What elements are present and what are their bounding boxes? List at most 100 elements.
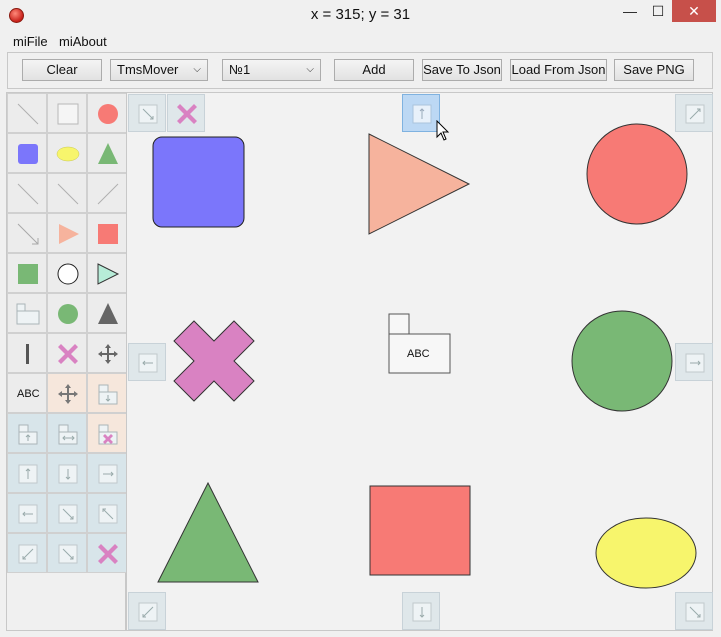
handle-bottom-center[interactable] — [402, 592, 440, 630]
resize-horizontal-icon — [58, 424, 78, 445]
delete-cross-icon — [98, 424, 118, 445]
handle-corner-icon — [685, 602, 705, 622]
text-block-label: ABC — [407, 348, 430, 360]
menu-file[interactable]: miFile — [13, 34, 48, 49]
mover-select[interactable]: TmsMover ⌵ — [110, 59, 208, 81]
number-select[interactable]: №1 ⌵ — [222, 59, 321, 81]
palette-triangle-tool[interactable] — [87, 133, 127, 173]
palette-delete-tab-tool[interactable] — [87, 413, 127, 453]
blue-rounded-rectangle — [152, 136, 245, 228]
handle-diag-icon — [138, 104, 158, 124]
palette-square-tool[interactable] — [87, 213, 127, 253]
palette-resize-down-tool[interactable] — [87, 373, 127, 413]
palette-resize-up-tool[interactable] — [7, 413, 47, 453]
handle-top-center[interactable] — [402, 94, 440, 132]
palette-move-mover-tool[interactable] — [47, 373, 87, 413]
line-diagonal-icon — [17, 183, 39, 205]
palette-handle-right[interactable] — [87, 453, 127, 493]
title-bar: x = 315; y = 31 — ☐ ✕ — [0, 0, 721, 32]
handle-bottom-right[interactable] — [675, 592, 713, 630]
palette-green-circle-tool[interactable] — [47, 293, 87, 333]
palette-handle-corner-bottom-right[interactable] — [47, 533, 87, 573]
palette-text-tool[interactable]: ABC — [7, 373, 47, 413]
handle-top-right[interactable] — [675, 94, 713, 132]
palette-handle-diag-up-left[interactable] — [87, 493, 127, 533]
palette-cyan-triangle-tool[interactable] — [87, 253, 127, 293]
handle-top-left[interactable] — [128, 94, 166, 132]
menu-bar: miFile miAbout — [0, 32, 721, 52]
canvas-shapes — [152, 123, 697, 589]
palette-handle-diag-down-right[interactable] — [47, 493, 87, 533]
pink-cross-icon — [58, 344, 78, 364]
red-square-icon — [98, 224, 118, 244]
handle-diag-icon — [98, 504, 118, 524]
abc-text-icon: ABC — [17, 388, 40, 400]
handle-middle-right[interactable] — [675, 343, 713, 381]
palette-line-tool-4[interactable] — [87, 173, 127, 213]
palette-handle-up[interactable] — [7, 453, 47, 493]
delete-cross-icon — [98, 544, 118, 564]
palette-outline-circle-tool[interactable] — [47, 253, 87, 293]
handle-middle-left[interactable] — [128, 343, 166, 381]
red-circle — [586, 123, 688, 225]
handle-right-icon — [98, 464, 118, 484]
move-arrows-icon — [98, 344, 118, 364]
tab-folder-icon — [16, 303, 40, 325]
yellow-ellipse-icon — [56, 146, 80, 162]
white-circle-icon — [57, 263, 79, 285]
save-png-button[interactable]: Save PNG — [614, 59, 694, 81]
green-circle-icon — [58, 304, 78, 324]
blue-rounded-square-icon — [18, 144, 38, 164]
handle-corner-icon — [18, 544, 38, 564]
palette-cross-tool[interactable] — [47, 333, 87, 373]
menu-about[interactable]: miAbout — [59, 34, 107, 49]
shape-palette: ABC — [6, 92, 127, 631]
handle-bottom-left[interactable] — [128, 592, 166, 630]
palette-tab-folder-tool[interactable] — [7, 293, 47, 333]
maximize-button[interactable]: ☐ — [644, 0, 672, 22]
vertical-line-icon — [26, 344, 29, 364]
palette-arrow-line-tool[interactable] — [7, 213, 47, 253]
palette-ellipse-tool[interactable] — [47, 133, 87, 173]
palette-circle-tool[interactable] — [87, 93, 127, 133]
save-to-json-button[interactable]: Save To Json — [422, 59, 502, 81]
green-triangle-icon — [98, 143, 118, 164]
palette-move-tool[interactable] — [87, 333, 127, 373]
palette-line-tool[interactable] — [7, 93, 47, 133]
handle-left-icon — [138, 353, 158, 373]
white-square-icon — [57, 103, 79, 125]
handle-right-icon — [685, 353, 705, 373]
arrow-line-icon — [17, 223, 39, 245]
palette-rounded-rect-tool[interactable] — [7, 133, 47, 173]
handle-diag-icon — [58, 504, 78, 524]
palette-line-tool-3[interactable] — [47, 173, 87, 213]
palette-handle-corner-bottom-left[interactable] — [7, 533, 47, 573]
handle-down-icon — [58, 464, 78, 484]
palette-green-square-tool[interactable] — [7, 253, 47, 293]
handle-delete[interactable] — [167, 94, 205, 132]
close-button[interactable]: ✕ — [672, 0, 716, 22]
pink-cross — [173, 320, 255, 402]
handle-diag-icon — [685, 104, 705, 124]
palette-arrow-triangle-tool[interactable] — [47, 213, 87, 253]
cyan-triangle-icon — [97, 263, 120, 285]
drawing-canvas[interactable]: ABC — [126, 92, 713, 631]
handle-down-icon — [412, 602, 432, 622]
palette-delete-tool[interactable] — [87, 533, 127, 573]
palette-vertical-line-tool[interactable] — [7, 333, 47, 373]
palette-handle-left[interactable] — [7, 493, 47, 533]
load-from-json-button[interactable]: Load From Json — [510, 59, 607, 81]
palette-line-tool-2[interactable] — [7, 173, 47, 213]
palette-resize-horizontal-tool[interactable] — [47, 413, 87, 453]
palette-gray-triangle-tool[interactable] — [87, 293, 127, 333]
palette-rectangle-tool[interactable] — [47, 93, 87, 133]
red-circle-icon — [98, 104, 118, 124]
handle-corner-icon — [58, 544, 78, 564]
clear-button[interactable]: Clear — [22, 59, 102, 81]
mouse-cursor-icon — [436, 120, 450, 141]
resize-down-icon — [98, 384, 118, 405]
add-button[interactable]: Add — [334, 59, 414, 81]
minimize-button[interactable]: — — [616, 0, 644, 22]
palette-handle-down[interactable] — [47, 453, 87, 493]
chevron-down-icon: ⌵ — [193, 64, 201, 75]
